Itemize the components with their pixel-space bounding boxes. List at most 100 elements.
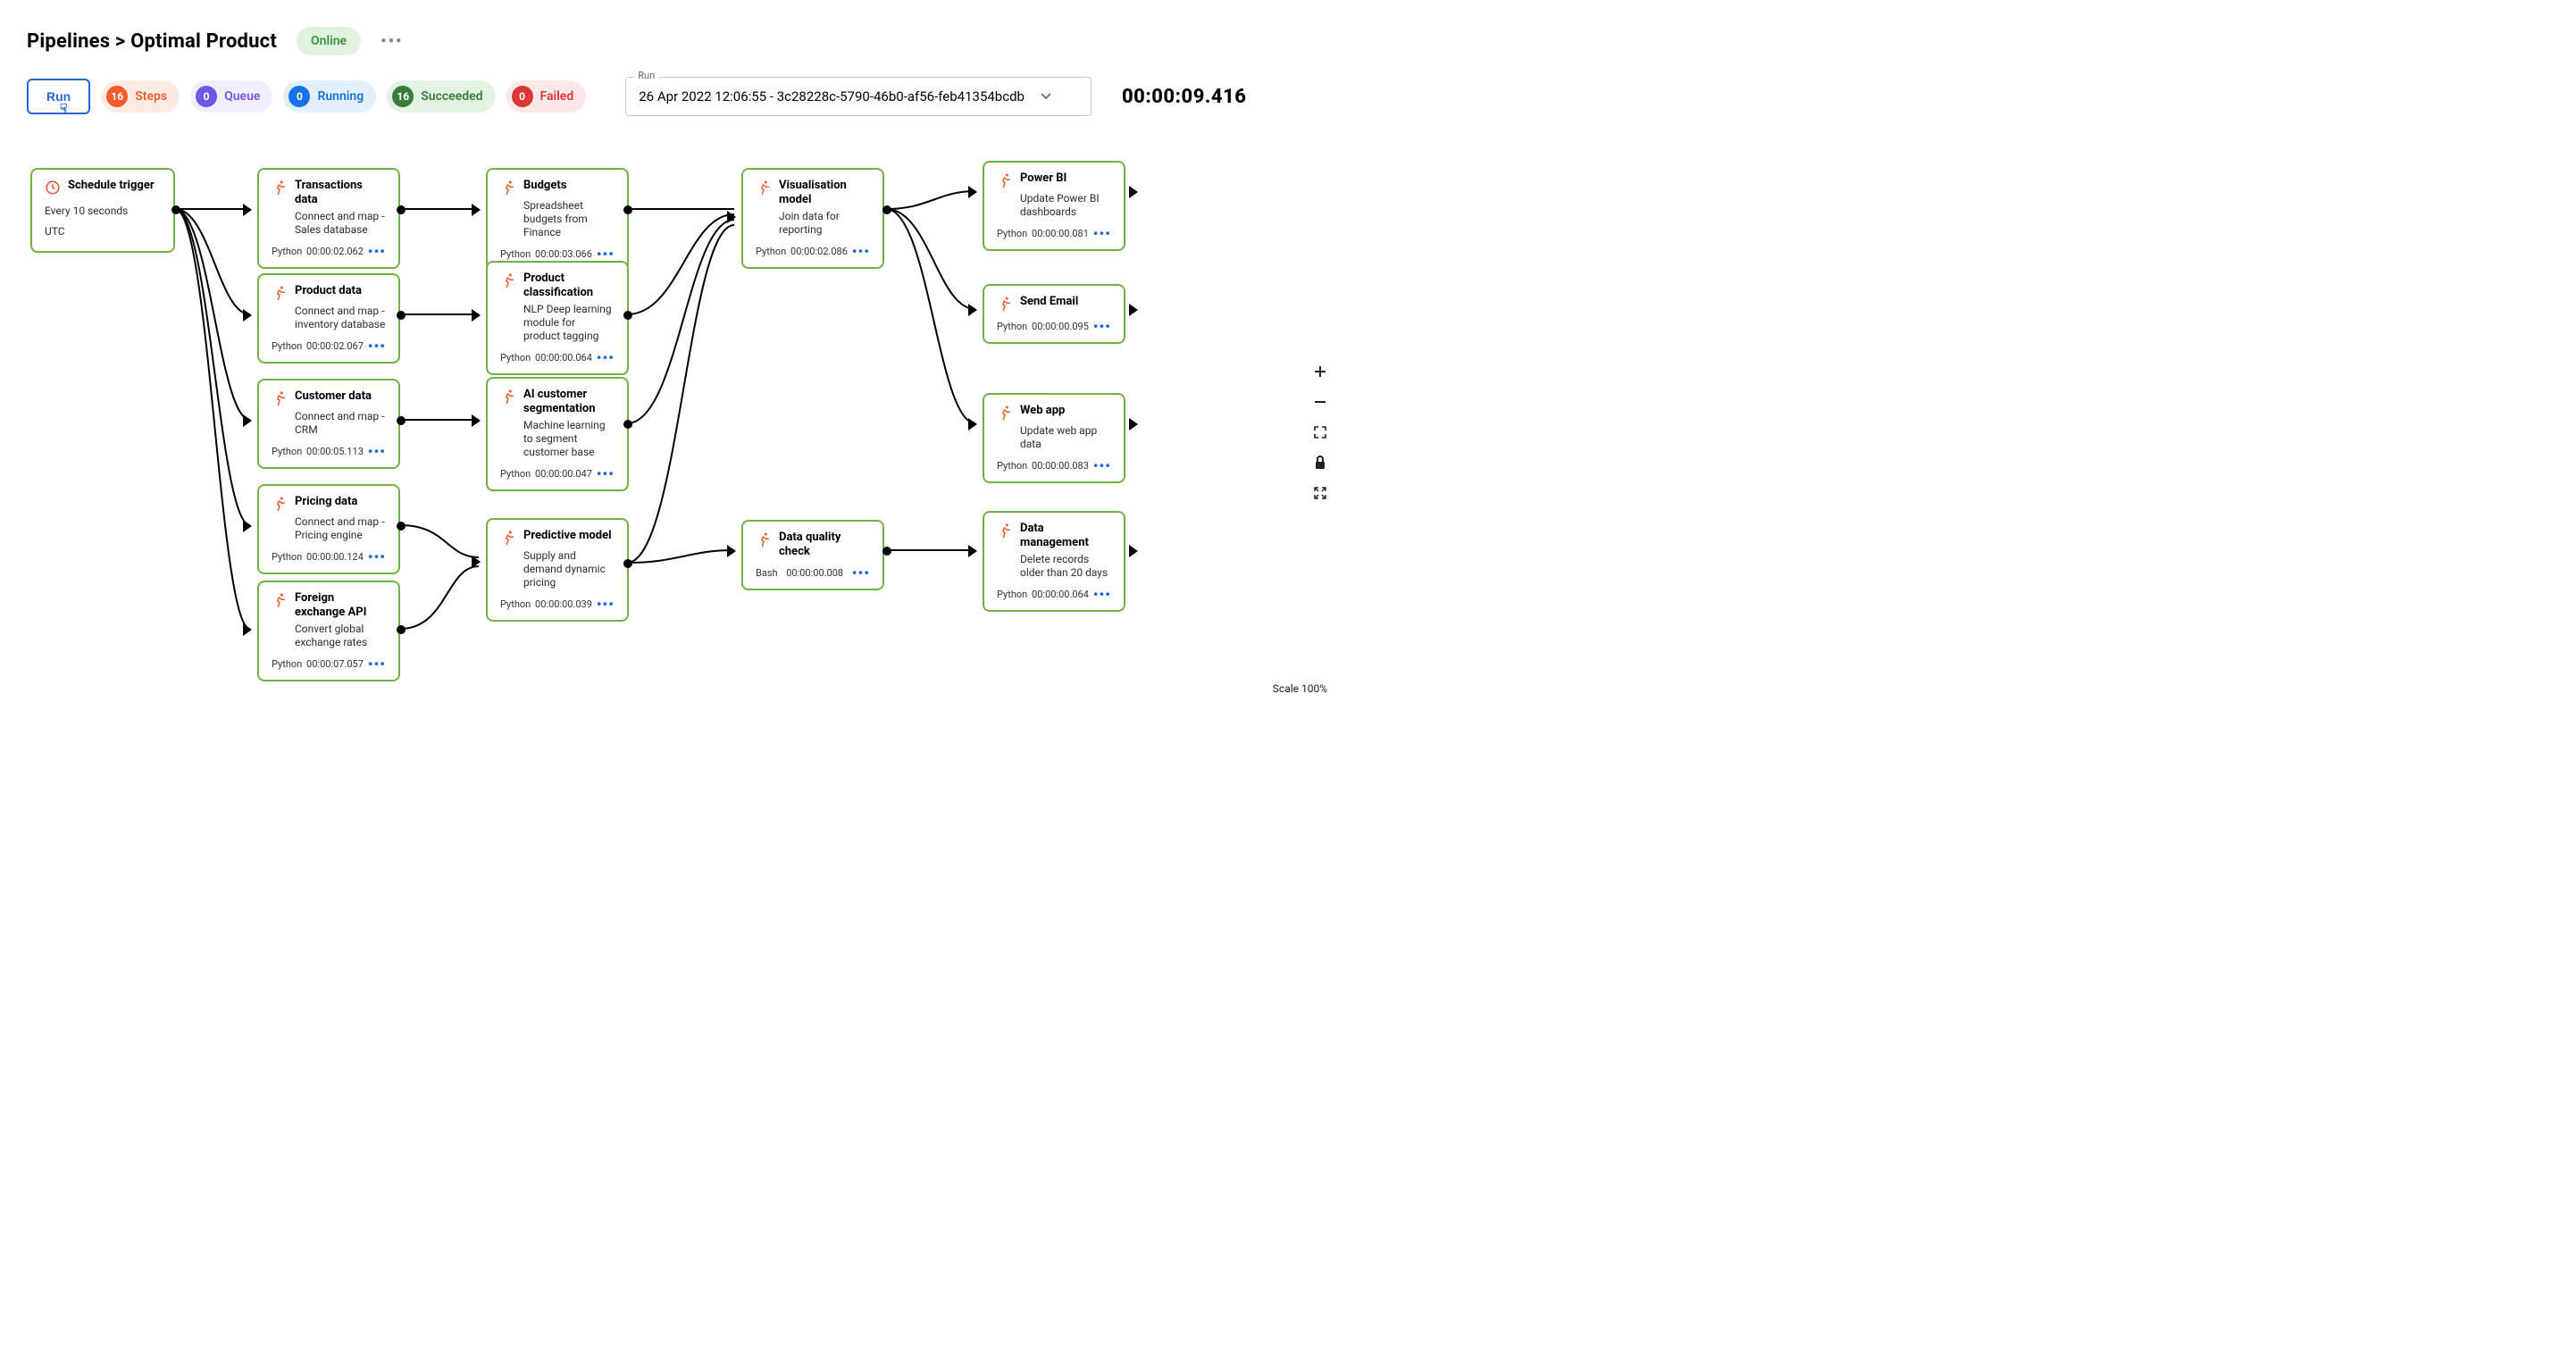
node-transactions-data[interactable]: Transactions data Connect and map - Sale… xyxy=(257,168,400,269)
header-more-icon[interactable]: ••• xyxy=(381,32,403,51)
node-title: Data management xyxy=(1020,522,1111,549)
node-menu-icon[interactable]: ••• xyxy=(368,338,386,355)
node-in-port[interactable] xyxy=(472,414,481,427)
node-menu-icon[interactable]: ••• xyxy=(1093,457,1111,474)
node-out-port[interactable] xyxy=(397,205,406,214)
node-time: 00:00:02.086 xyxy=(790,246,848,257)
node-out-port[interactable] xyxy=(882,205,891,214)
node-in-port[interactable] xyxy=(243,204,252,216)
node-power-bi[interactable]: Power BI Update Power BI dashboards Pyth… xyxy=(983,161,1125,251)
cursor-icon: ☟ xyxy=(60,101,68,116)
node-in-port[interactable] xyxy=(472,309,481,322)
runner-icon xyxy=(997,296,1013,312)
node-in-port[interactable] xyxy=(968,545,977,557)
node-foreign-exchange-api[interactable]: Foreign exchange API Convert global exch… xyxy=(257,581,400,681)
node-in-port[interactable] xyxy=(243,309,252,322)
node-menu-icon[interactable]: ••• xyxy=(368,656,386,673)
node-out-port[interactable] xyxy=(882,547,891,556)
node-in-port[interactable] xyxy=(243,414,252,427)
node-out-port[interactable] xyxy=(623,205,632,214)
node-visualisation-model[interactable]: Visualisation model Join data for report… xyxy=(741,168,884,269)
node-title: Product data xyxy=(295,284,362,301)
node-lang: Python xyxy=(272,551,302,563)
node-menu-icon[interactable]: ••• xyxy=(597,349,615,366)
breadcrumb[interactable]: Pipelines > Optimal Product xyxy=(27,30,277,53)
node-title: Foreign exchange API xyxy=(295,591,386,619)
node-menu-icon[interactable]: ••• xyxy=(852,243,870,260)
runner-icon xyxy=(756,531,772,548)
node-predictive-model[interactable]: Predictive model Supply and demand dynam… xyxy=(486,518,629,622)
node-web-app[interactable]: Web app Update web app data Python00:00:… xyxy=(983,393,1125,483)
chip-succeeded[interactable]: 16 Succeeded xyxy=(387,80,495,113)
node-in-port[interactable] xyxy=(472,556,481,568)
node-out-port[interactable] xyxy=(623,311,632,320)
zoom-in-button[interactable] xyxy=(1311,363,1329,380)
node-ai-customer-segmentation[interactable]: AI customer segmentation Machine learnin… xyxy=(486,377,629,491)
node-in-port[interactable] xyxy=(472,204,481,216)
pipeline-canvas[interactable]: Schedule trigger Every 10 seconds UTC Tr… xyxy=(0,146,1340,700)
node-in-port[interactable] xyxy=(968,418,977,431)
chevron-down-icon xyxy=(1041,93,1051,100)
fit-view-button[interactable] xyxy=(1311,423,1329,441)
node-out-port[interactable] xyxy=(1129,418,1138,431)
node-desc: Update Power BI dashboards xyxy=(997,192,1111,219)
runner-icon xyxy=(500,180,516,196)
node-desc: Connect and map - Pricing engine xyxy=(272,515,386,542)
zoom-out-button[interactable] xyxy=(1311,393,1329,411)
node-data-quality-check[interactable]: Data quality check Bash00:00:00.008••• xyxy=(741,520,884,590)
node-time: 00:00:00.008 xyxy=(786,567,843,579)
fullscreen-button[interactable] xyxy=(1311,484,1329,502)
node-lang: Python xyxy=(500,352,531,364)
node-out-port[interactable] xyxy=(397,522,406,531)
chip-queue[interactable]: 0 Queue xyxy=(190,80,272,113)
node-out-port[interactable] xyxy=(1129,186,1138,198)
chip-failed-count: 0 xyxy=(512,86,533,107)
chip-failed[interactable]: 0 Failed xyxy=(506,80,587,113)
node-menu-icon[interactable]: ••• xyxy=(368,443,386,460)
node-title: Power BI xyxy=(1020,171,1066,188)
node-out-port[interactable] xyxy=(171,205,180,214)
node-menu-icon[interactable]: ••• xyxy=(597,596,615,613)
node-data-management[interactable]: Data management Delete records older tha… xyxy=(983,511,1125,612)
node-lang: Python xyxy=(756,246,786,257)
node-out-port[interactable] xyxy=(1129,545,1138,557)
node-menu-icon[interactable]: ••• xyxy=(368,548,386,565)
node-in-port[interactable] xyxy=(968,186,977,198)
chip-running[interactable]: 0 Running xyxy=(283,80,376,113)
node-in-port[interactable] xyxy=(243,623,252,636)
node-title: Web app xyxy=(1020,404,1065,421)
node-product-data[interactable]: Product data Connect and map - inventory… xyxy=(257,273,400,364)
node-out-port[interactable] xyxy=(397,416,406,425)
node-schedule-trigger[interactable]: Schedule trigger Every 10 seconds UTC xyxy=(30,168,175,253)
node-pricing-data[interactable]: Pricing data Connect and map - Pricing e… xyxy=(257,484,400,574)
node-product-classification[interactable]: Product classification NLP Deep learning… xyxy=(486,261,629,375)
node-in-port[interactable] xyxy=(243,520,252,532)
node-title: AI customer segmentation xyxy=(523,388,615,415)
node-menu-icon[interactable]: ••• xyxy=(368,243,386,260)
node-in-port[interactable] xyxy=(727,211,736,223)
node-time: 00:00:00.083 xyxy=(1032,460,1089,472)
node-out-port[interactable] xyxy=(397,311,406,320)
node-out-port[interactable] xyxy=(623,559,632,568)
node-out-port[interactable] xyxy=(1129,304,1138,316)
node-out-port[interactable] xyxy=(623,420,632,429)
node-budgets[interactable]: Budgets Spreadsheet budgets from Finance… xyxy=(486,168,629,272)
node-out-port[interactable] xyxy=(397,625,406,634)
chip-steps[interactable]: 16 Steps xyxy=(101,80,180,113)
lock-button[interactable] xyxy=(1311,454,1329,472)
node-subtext-2: UTC xyxy=(45,225,161,238)
run-button[interactable]: Run ☟ xyxy=(27,79,90,114)
node-in-port[interactable] xyxy=(968,304,977,316)
node-time: 00:00:00.124 xyxy=(306,551,364,563)
node-send-email[interactable]: Send Email Python00:00:00.095••• xyxy=(983,284,1125,344)
node-menu-icon[interactable]: ••• xyxy=(597,465,615,482)
node-menu-icon[interactable]: ••• xyxy=(1093,586,1111,603)
runner-icon xyxy=(997,172,1013,188)
node-customer-data[interactable]: Customer data Connect and map - CRM Pyth… xyxy=(257,379,400,469)
run-select[interactable]: 26 Apr 2022 12:06:55 - 3c28228c-5790-46b… xyxy=(625,77,1091,116)
node-menu-icon[interactable]: ••• xyxy=(1093,318,1111,335)
node-menu-icon[interactable]: ••• xyxy=(852,564,870,581)
node-desc: Machine learning to segment customer bas… xyxy=(500,419,615,459)
node-menu-icon[interactable]: ••• xyxy=(1093,225,1111,242)
node-in-port[interactable] xyxy=(727,545,736,557)
